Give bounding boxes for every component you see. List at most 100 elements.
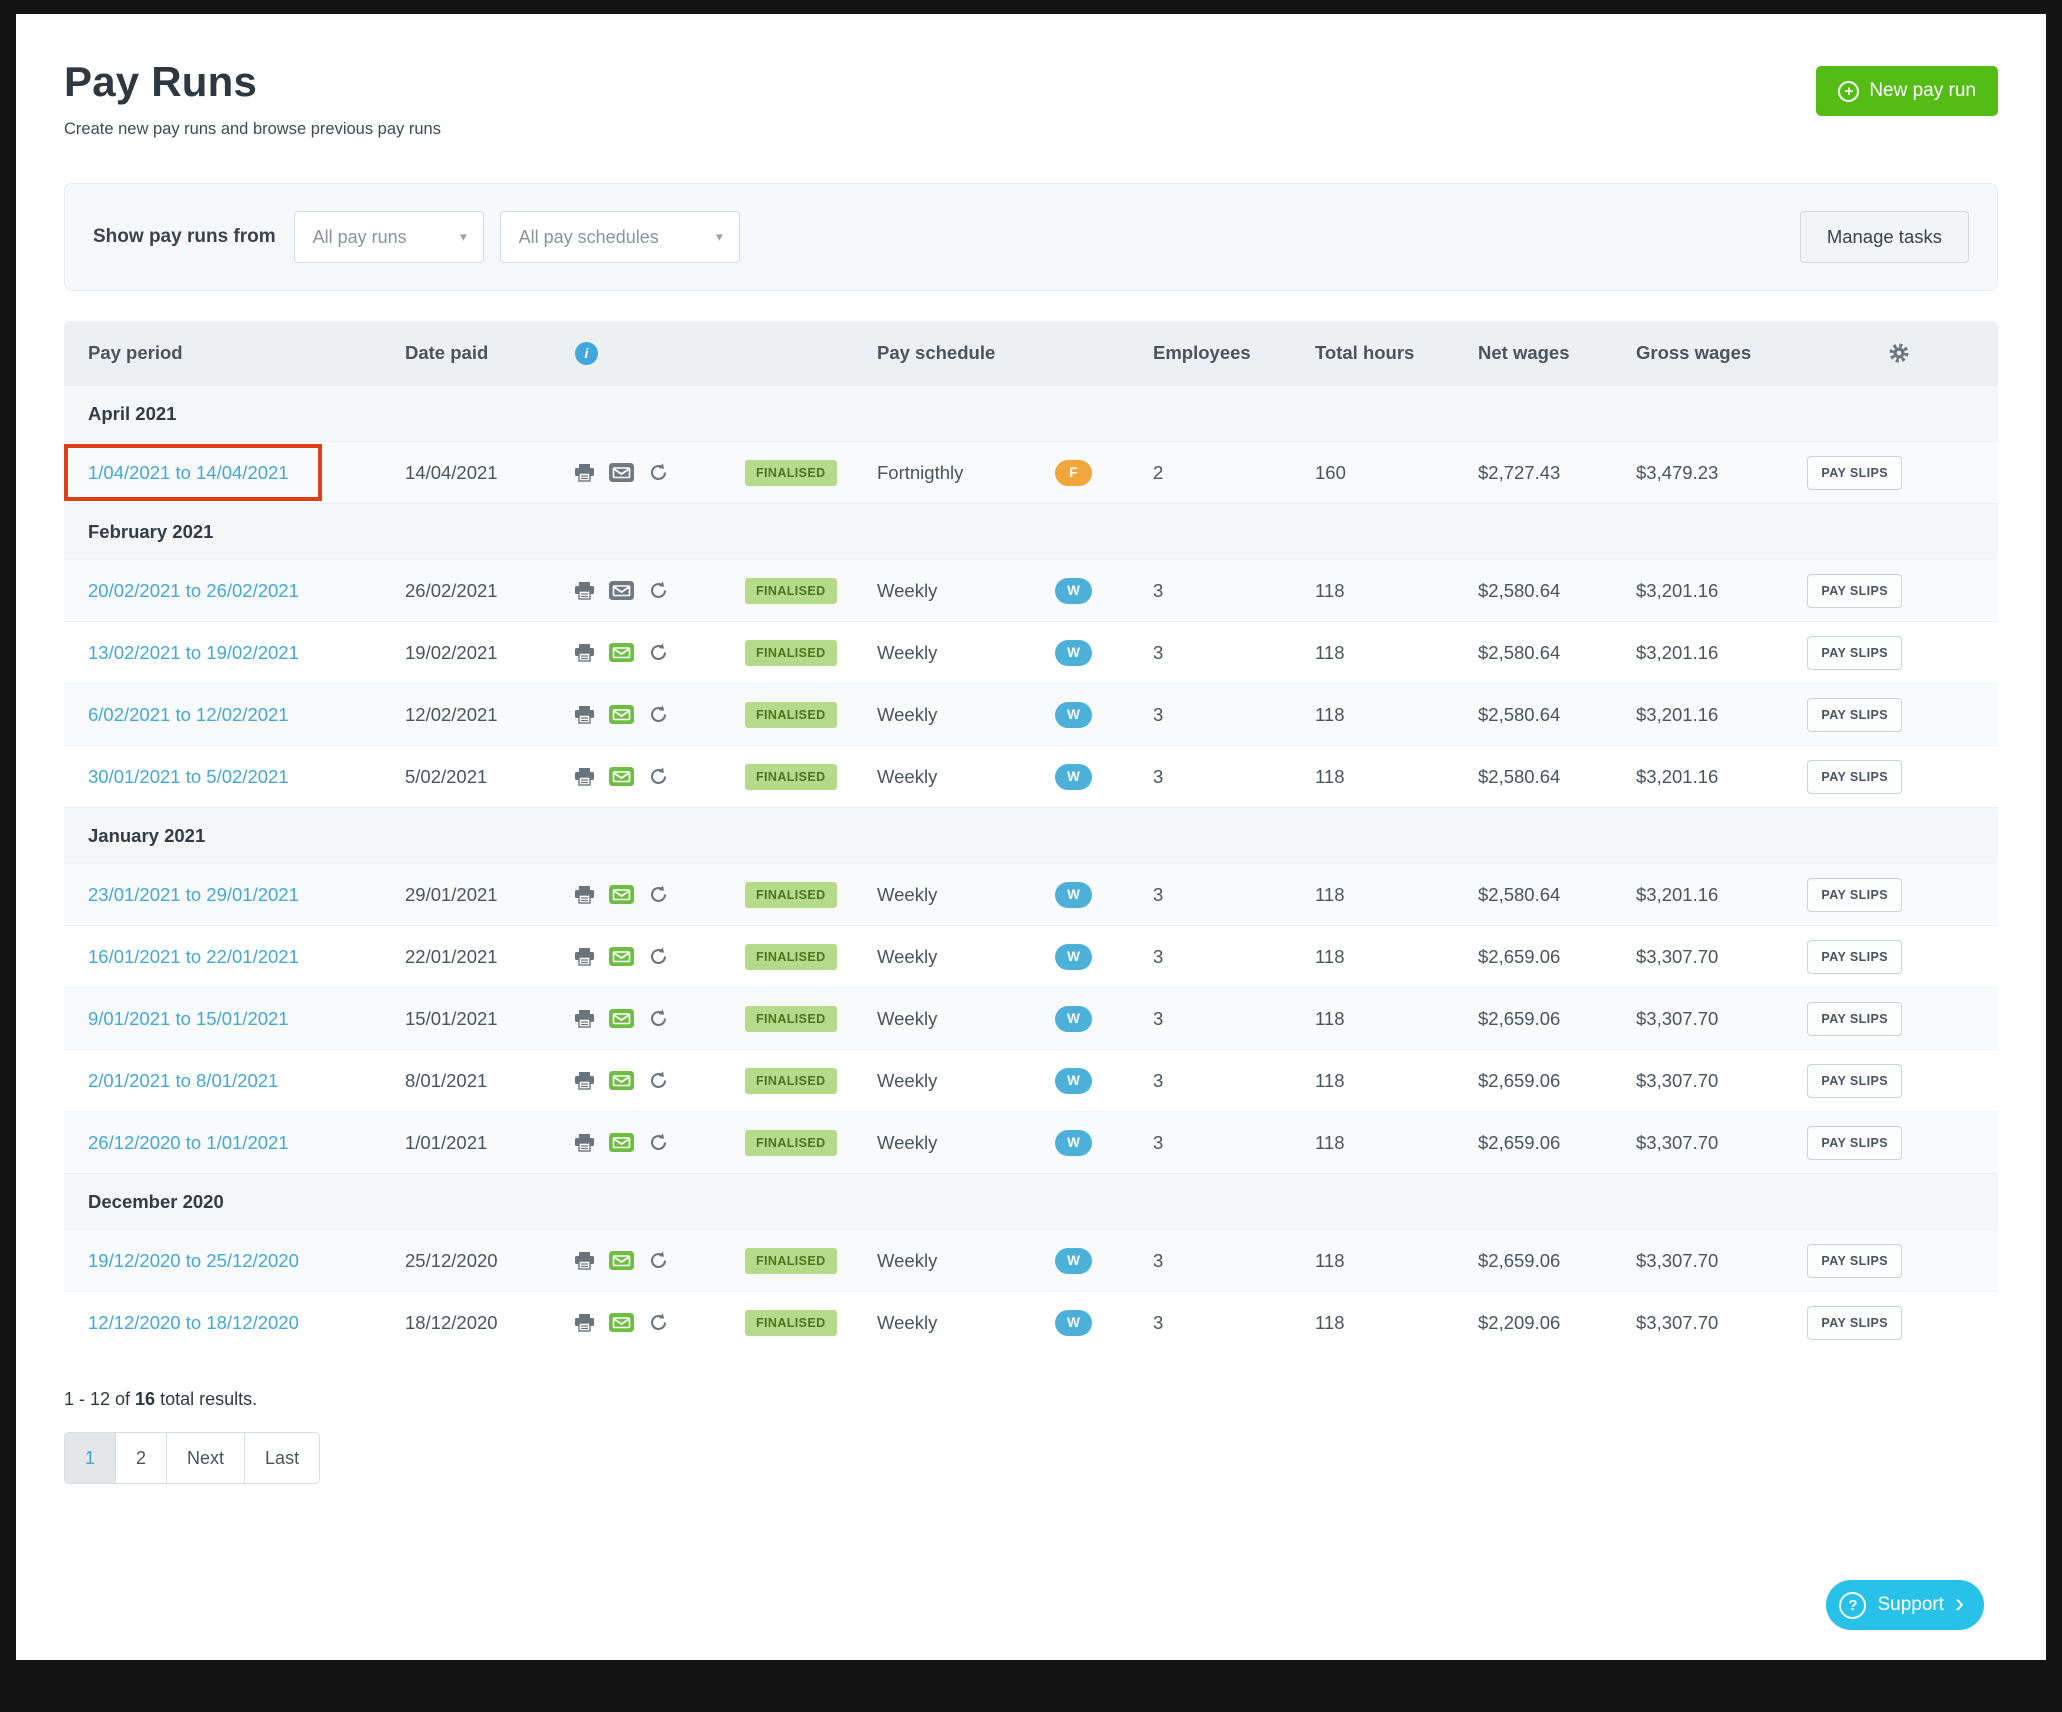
status-badge: FINALISED — [745, 1006, 837, 1032]
email-icon[interactable] — [609, 581, 634, 600]
email-icon[interactable] — [609, 1251, 634, 1270]
chevron-down-icon: ▾ — [716, 229, 723, 245]
printer-icon[interactable] — [575, 886, 594, 904]
group-label: April 2021 — [64, 386, 1998, 442]
pay-period-link[interactable]: 26/12/2020 to 1/01/2021 — [88, 1132, 289, 1153]
manage-tasks-button[interactable]: Manage tasks — [1800, 211, 1969, 263]
pay-run-row[interactable]: 19/12/2020 to 25/12/2020 25/12/2020 — [64, 1229, 1998, 1291]
refresh-icon[interactable] — [649, 885, 668, 904]
column-header-total-hours[interactable]: Total hours — [1296, 342, 1458, 364]
pay-slips-button[interactable]: PAY SLIPS — [1807, 1244, 1902, 1278]
printer-icon[interactable] — [575, 1010, 594, 1028]
net-wages-cell: $2,580.64 — [1458, 704, 1616, 726]
pay-run-row[interactable]: 20/02/2021 to 26/02/2021 26/02/2021 — [64, 559, 1998, 621]
column-header-pay-schedule[interactable]: Pay schedule — [858, 342, 1136, 364]
pay-slips-button[interactable]: PAY SLIPS — [1807, 940, 1902, 974]
net-wages-cell: $2,580.64 — [1458, 642, 1616, 664]
pay-run-row[interactable]: 16/01/2021 to 22/01/2021 22/01/2021 — [64, 925, 1998, 987]
email-icon[interactable] — [609, 1133, 634, 1152]
refresh-icon[interactable] — [649, 1071, 668, 1090]
page-button-last[interactable]: Last — [244, 1432, 320, 1484]
email-icon[interactable] — [609, 947, 634, 966]
pay-slips-button[interactable]: PAY SLIPS — [1807, 1002, 1902, 1036]
pay-schedule-label: Weekly — [877, 766, 937, 788]
pay-slips-button[interactable]: PAY SLIPS — [1807, 760, 1902, 794]
email-icon[interactable] — [609, 463, 634, 482]
printer-icon[interactable] — [575, 1072, 594, 1090]
refresh-icon[interactable] — [649, 1009, 668, 1028]
support-button[interactable]: ? Support › — [1826, 1580, 1984, 1630]
email-icon[interactable] — [609, 1009, 634, 1028]
email-icon[interactable] — [609, 705, 634, 724]
pay-schedules-dropdown[interactable]: All pay schedules ▾ — [500, 211, 740, 263]
pay-run-row[interactable]: 9/01/2021 to 15/01/2021 15/01/2021 — [64, 987, 1998, 1049]
pay-run-row[interactable]: 30/01/2021 to 5/02/2021 5/02/2021 — [64, 745, 1998, 807]
pay-slips-button[interactable]: PAY SLIPS — [1807, 1126, 1902, 1160]
refresh-icon[interactable] — [649, 705, 668, 724]
pay-period-link[interactable]: 12/12/2020 to 18/12/2020 — [88, 1312, 299, 1333]
schedule-badge: W — [1055, 1248, 1092, 1274]
pay-slips-button[interactable]: PAY SLIPS — [1807, 878, 1902, 912]
gear-icon[interactable] — [1888, 342, 1910, 364]
info-icon[interactable]: i — [575, 342, 598, 365]
printer-icon[interactable] — [575, 706, 594, 724]
pay-period-link[interactable]: 19/12/2020 to 25/12/2020 — [88, 1250, 299, 1271]
printer-icon[interactable] — [575, 1314, 594, 1332]
pay-slips-button[interactable]: PAY SLIPS — [1807, 698, 1902, 732]
refresh-icon[interactable] — [649, 767, 668, 786]
pay-period-link[interactable]: 1/04/2021 to 14/04/2021 — [88, 462, 289, 483]
pay-slips-button[interactable]: PAY SLIPS — [1807, 456, 1902, 490]
pay-period-cell: 6/02/2021 to 12/02/2021 — [64, 704, 384, 726]
refresh-icon[interactable] — [649, 947, 668, 966]
pay-runs-dropdown[interactable]: All pay runs ▾ — [294, 211, 484, 263]
pay-run-row[interactable]: 13/02/2021 to 19/02/2021 19/02/2021 — [64, 621, 1998, 683]
pay-period-link[interactable]: 9/01/2021 to 15/01/2021 — [88, 1008, 289, 1029]
email-icon[interactable] — [609, 885, 634, 904]
pay-run-row[interactable]: 2/01/2021 to 8/01/2021 8/01/2021 — [64, 1049, 1998, 1111]
email-icon[interactable] — [609, 1313, 634, 1332]
pay-run-row[interactable]: 23/01/2021 to 29/01/2021 29/01/2021 — [64, 863, 1998, 925]
refresh-icon[interactable] — [649, 1133, 668, 1152]
refresh-icon[interactable] — [649, 1251, 668, 1270]
refresh-icon[interactable] — [649, 581, 668, 600]
pay-period-link[interactable]: 16/01/2021 to 22/01/2021 — [88, 946, 299, 967]
pay-slips-button[interactable]: PAY SLIPS — [1807, 1306, 1902, 1340]
printer-icon[interactable] — [575, 948, 594, 966]
pay-period-link[interactable]: 30/01/2021 to 5/02/2021 — [88, 766, 289, 787]
printer-icon[interactable] — [575, 644, 594, 662]
refresh-icon[interactable] — [649, 643, 668, 662]
employees-cell: 3 — [1136, 884, 1296, 906]
printer-icon[interactable] — [575, 582, 594, 600]
pay-run-row[interactable]: 12/12/2020 to 18/12/2020 18/12/2020 — [64, 1291, 1998, 1353]
email-icon[interactable] — [609, 643, 634, 662]
pay-slips-button[interactable]: PAY SLIPS — [1807, 574, 1902, 608]
pay-run-row[interactable]: 26/12/2020 to 1/01/2021 1/01/2021 — [64, 1111, 1998, 1173]
printer-icon[interactable] — [575, 1252, 594, 1270]
refresh-icon[interactable] — [649, 1313, 668, 1332]
printer-icon[interactable] — [575, 464, 594, 482]
column-header-date-paid[interactable]: Date paid — [384, 342, 562, 364]
column-header-employees[interactable]: Employees — [1136, 342, 1296, 364]
pay-run-row[interactable]: 1/04/2021 to 14/04/2021 14/04/2021 — [64, 441, 1998, 503]
pay-slips-button[interactable]: PAY SLIPS — [1807, 1064, 1902, 1098]
new-pay-run-button[interactable]: + New pay run — [1816, 66, 1998, 116]
email-icon[interactable] — [609, 1071, 634, 1090]
pay-period-link[interactable]: 6/02/2021 to 12/02/2021 — [88, 704, 289, 725]
printer-icon[interactable] — [575, 768, 594, 786]
column-header-gross-wages[interactable]: Gross wages — [1616, 342, 1792, 364]
page-button-2[interactable]: 2 — [115, 1432, 167, 1484]
pay-period-link[interactable]: 2/01/2021 to 8/01/2021 — [88, 1070, 278, 1091]
pay-period-link[interactable]: 13/02/2021 to 19/02/2021 — [88, 642, 299, 663]
page-button-next[interactable]: Next — [166, 1432, 245, 1484]
column-header-pay-period[interactable]: Pay period — [64, 342, 384, 364]
support-label: Support — [1877, 1594, 1944, 1616]
printer-icon[interactable] — [575, 1134, 594, 1152]
column-header-net-wages[interactable]: Net wages — [1458, 342, 1616, 364]
email-icon[interactable] — [609, 767, 634, 786]
pay-period-link[interactable]: 20/02/2021 to 26/02/2021 — [88, 580, 299, 601]
pay-period-link[interactable]: 23/01/2021 to 29/01/2021 — [88, 884, 299, 905]
pay-slips-button[interactable]: PAY SLIPS — [1807, 636, 1902, 670]
pay-run-row[interactable]: 6/02/2021 to 12/02/2021 12/02/2021 — [64, 683, 1998, 745]
refresh-icon[interactable] — [649, 463, 668, 482]
page-button-1[interactable]: 1 — [64, 1432, 116, 1484]
